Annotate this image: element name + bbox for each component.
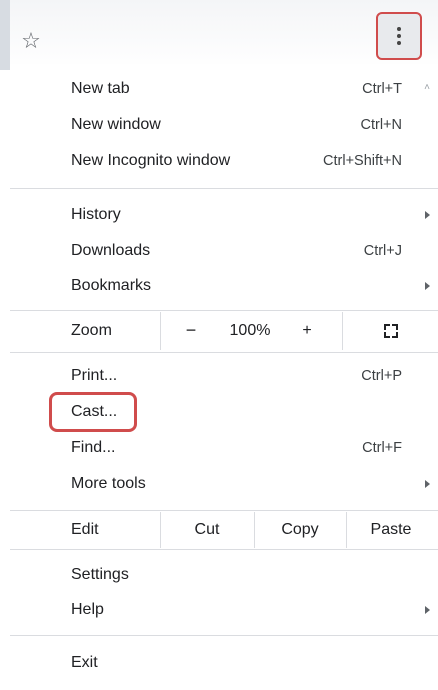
menu-item-label: Exit bbox=[71, 654, 98, 671]
menu-item-more-tools[interactable]: More tools bbox=[10, 467, 438, 501]
menu-separator bbox=[10, 510, 438, 511]
menu-item-exit[interactable]: Exit bbox=[10, 646, 438, 680]
address-bar-edge bbox=[0, 0, 10, 70]
menu-item-label: New tab bbox=[71, 80, 130, 97]
menu-item-settings[interactable]: Settings bbox=[10, 558, 438, 592]
menu-separator bbox=[10, 188, 438, 189]
zoom-divider bbox=[160, 312, 161, 350]
menu-item-label: New window bbox=[71, 116, 161, 133]
cast-highlight-box bbox=[49, 392, 137, 432]
edit-row: Edit Cut Copy Paste bbox=[10, 512, 438, 548]
menu-item-label: More tools bbox=[71, 475, 146, 492]
zoom-row: Zoom − 100% + bbox=[10, 312, 438, 350]
menu-separator bbox=[10, 310, 438, 311]
menu-item-new-tab[interactable]: New tab Ctrl+T bbox=[10, 72, 438, 106]
menu-item-label: History bbox=[71, 206, 121, 223]
menu-item-label: Settings bbox=[71, 566, 129, 583]
zoom-out-button[interactable]: − bbox=[180, 312, 202, 348]
submenu-arrow-icon bbox=[425, 211, 430, 219]
copy-button[interactable]: Copy bbox=[254, 512, 346, 548]
zoom-label: Zoom bbox=[71, 322, 112, 339]
more-menu-button[interactable] bbox=[376, 12, 422, 60]
fullscreen-icon[interactable] bbox=[384, 324, 398, 338]
menu-item-print[interactable]: Print... Ctrl+P bbox=[10, 359, 438, 393]
submenu-arrow-icon bbox=[425, 480, 430, 488]
menu-item-shortcut: Ctrl+F bbox=[362, 440, 402, 456]
chrome-main-menu: ˄ New tab Ctrl+T New window Ctrl+N New I… bbox=[10, 64, 438, 690]
cut-button[interactable]: Cut bbox=[160, 512, 254, 548]
menu-item-label: Find... bbox=[71, 439, 116, 456]
submenu-arrow-icon bbox=[425, 282, 430, 290]
menu-item-new-incognito-window[interactable]: New Incognito window Ctrl+Shift+N bbox=[10, 144, 438, 178]
zoom-in-button[interactable]: + bbox=[296, 312, 318, 350]
menu-item-help[interactable]: Help bbox=[10, 593, 438, 627]
menu-item-label: Help bbox=[71, 601, 104, 618]
zoom-divider bbox=[342, 312, 343, 350]
menu-separator bbox=[10, 635, 438, 636]
menu-item-label: Downloads bbox=[71, 242, 151, 259]
menu-item-downloads[interactable]: Downloads Ctrl+J bbox=[10, 234, 438, 268]
paste-button[interactable]: Paste bbox=[346, 512, 436, 548]
menu-item-bookmarks[interactable]: Bookmarks bbox=[10, 269, 438, 303]
menu-item-shortcut: Ctrl+T bbox=[362, 81, 402, 97]
menu-item-label: Bookmarks bbox=[71, 277, 152, 294]
menu-separator bbox=[10, 549, 438, 550]
edit-label: Edit bbox=[71, 521, 99, 538]
menu-item-label: Print... bbox=[71, 367, 118, 384]
menu-item-shortcut: Ctrl+N bbox=[360, 117, 403, 133]
menu-item-find[interactable]: Find... Ctrl+F bbox=[10, 431, 438, 465]
menu-item-shortcut: Ctrl+Shift+N bbox=[323, 153, 402, 169]
zoom-level: 100% bbox=[229, 322, 271, 339]
menu-item-label: New Incognito window bbox=[71, 152, 231, 169]
menu-item-new-window[interactable]: New window Ctrl+N bbox=[10, 108, 438, 142]
browser-toolbar: ☆ bbox=[0, 0, 438, 70]
menu-item-shortcut: Ctrl+J bbox=[363, 243, 402, 259]
menu-separator bbox=[10, 352, 438, 353]
submenu-arrow-icon bbox=[425, 606, 430, 614]
bookmark-star-icon[interactable]: ☆ bbox=[14, 24, 48, 58]
menu-item-history[interactable]: History bbox=[10, 198, 438, 232]
menu-item-shortcut: Ctrl+P bbox=[361, 368, 402, 384]
more-vert-icon bbox=[397, 27, 401, 45]
